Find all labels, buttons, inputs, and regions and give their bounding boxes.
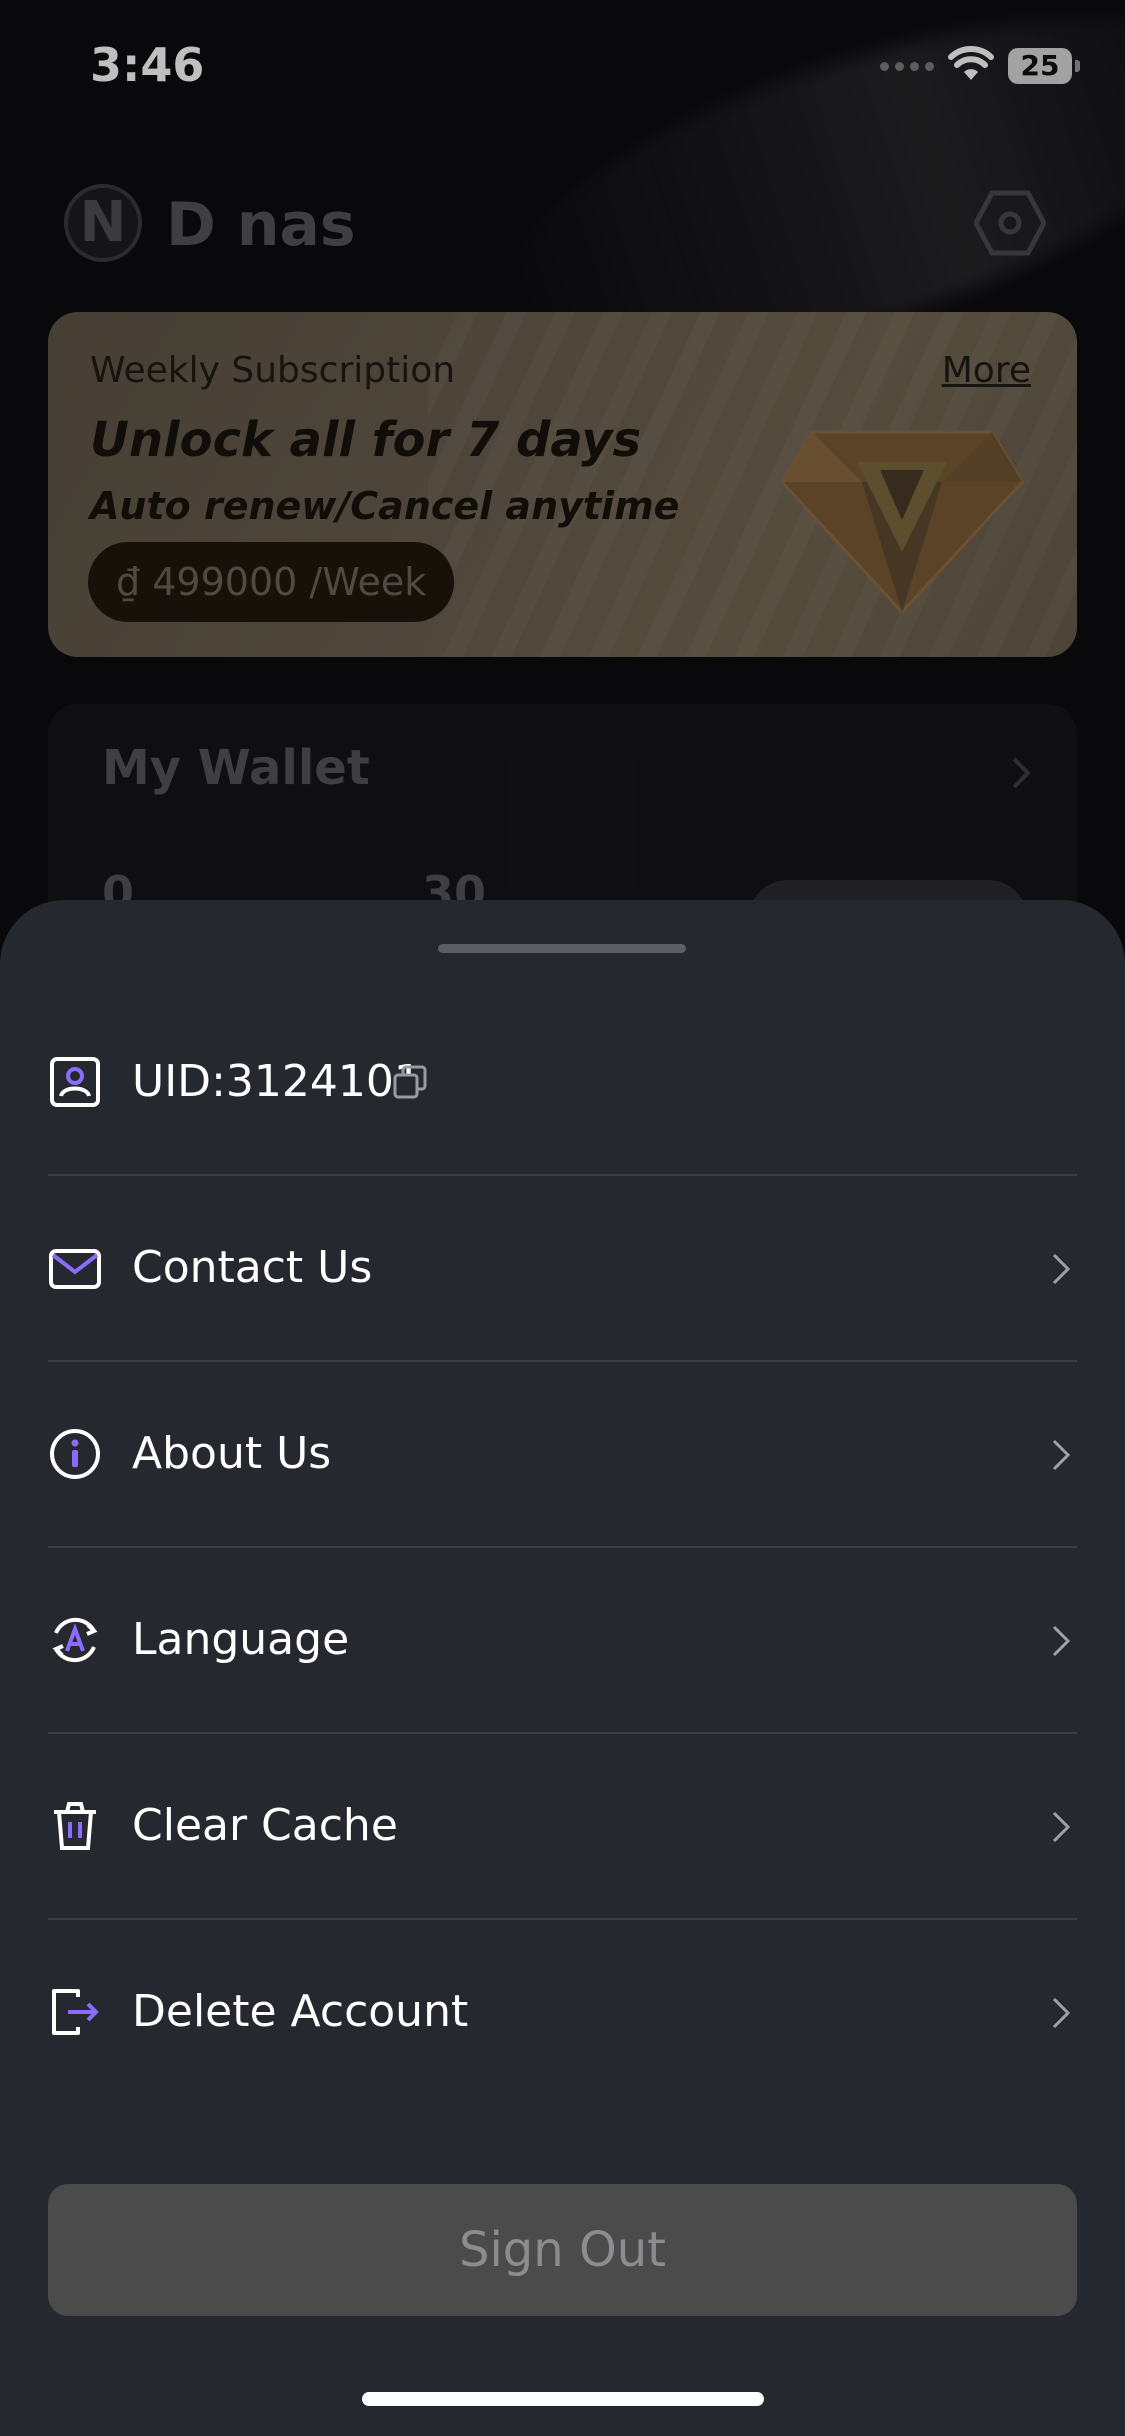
uid-text: UID:3124101 — [132, 1056, 422, 1107]
chevron-right-icon — [1051, 1252, 1071, 1290]
logout-icon — [48, 1985, 102, 2039]
menu-item-clear-cache[interactable]: Clear Cache — [48, 1734, 1077, 1920]
copy-icon[interactable] — [392, 1064, 428, 1104]
menu-item-language[interactable]: Language — [48, 1548, 1077, 1734]
menu-item-label: Contact Us — [132, 1242, 373, 1293]
chevron-right-icon — [1051, 1996, 1071, 2034]
sign-out-button[interactable]: Sign Out — [48, 2184, 1077, 2316]
menu-item-delete-account[interactable]: Delete Account — [48, 1920, 1077, 2106]
menu-item-label: Delete Account — [132, 1986, 469, 2037]
chevron-right-icon — [1051, 1438, 1071, 1476]
profile-screen: 3:46 25 N D nas Weekly Subscription More — [0, 0, 1125, 2436]
menu-item-label: Language — [132, 1614, 350, 1665]
menu-item-about-us[interactable]: About Us — [48, 1362, 1077, 1548]
mail-icon — [48, 1241, 102, 1295]
language-icon — [48, 1613, 102, 1667]
menu-item-contact-us[interactable]: Contact Us — [48, 1176, 1077, 1362]
user-id-icon — [48, 1055, 102, 1109]
trash-icon — [48, 1799, 102, 1853]
menu-item-label: Clear Cache — [132, 1800, 398, 1851]
chevron-right-icon — [1051, 1810, 1071, 1848]
sheet-drag-handle[interactable] — [438, 944, 686, 953]
info-icon — [48, 1427, 102, 1481]
chevron-right-icon — [1051, 1624, 1071, 1662]
menu-item-label: About Us — [132, 1428, 332, 1479]
home-indicator[interactable] — [362, 2392, 764, 2406]
account-bottom-sheet: UID:3124101 Contact Us About Us Language… — [0, 900, 1125, 2436]
uid-row: UID:3124101 — [48, 990, 1077, 1176]
